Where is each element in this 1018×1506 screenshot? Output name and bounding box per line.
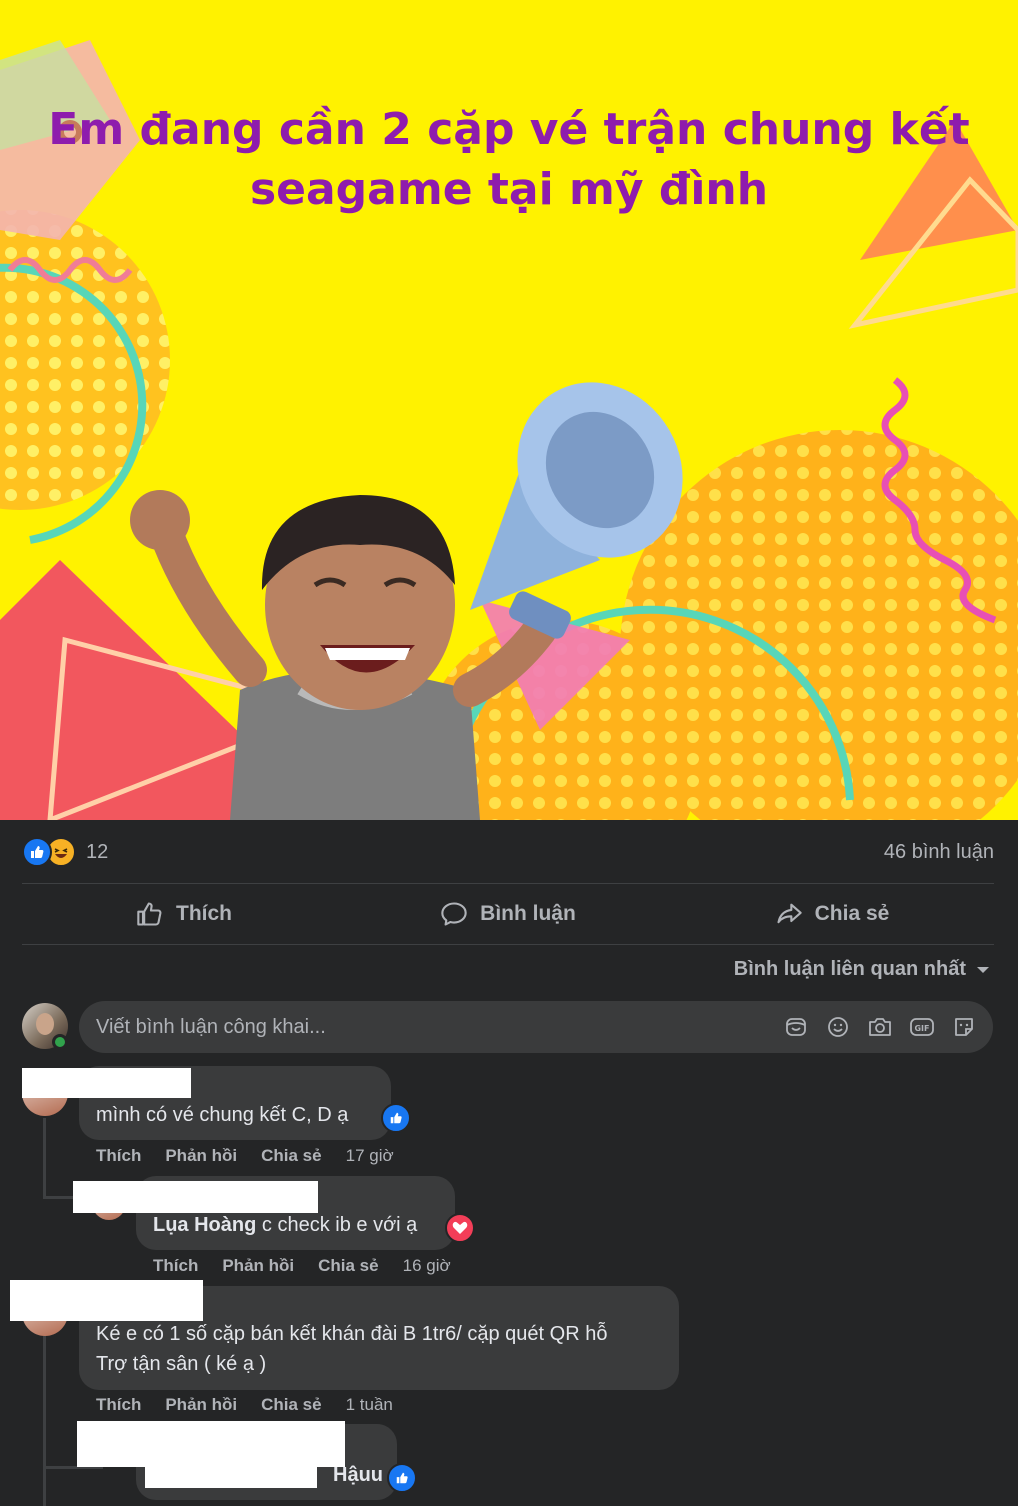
redacted-reply-text (145, 1462, 317, 1488)
post-image-caption: Em đang cần 2 cặp vé trận chung kết seag… (0, 100, 1018, 220)
reply-timestamp[interactable]: 16 giờ (403, 1256, 451, 1276)
chevron-down-icon (977, 966, 989, 973)
reply-share-link[interactable]: Chia sẻ (318, 1256, 378, 1276)
comment-like-reaction-badge[interactable] (381, 1103, 411, 1133)
reply-mention[interactable]: Hậuu (333, 1464, 383, 1486)
comment-meta: Thích Phản hồi Chia sẻ 17 giờ (96, 1146, 394, 1166)
redacted-author-name (22, 1068, 191, 1098)
reply-love-reaction-badge[interactable] (445, 1213, 475, 1243)
share-button-label: Chia sẻ (814, 902, 890, 925)
share-arrow-icon (777, 903, 802, 924)
share-button[interactable]: Chia sẻ (670, 885, 994, 943)
comment-timestamp[interactable]: 1 tuần (346, 1395, 393, 1415)
comment-meta: Thích Phản hồi Chia sẻ 1 tuần (96, 1395, 393, 1415)
comment-timestamp[interactable]: 17 giờ (346, 1146, 394, 1166)
comment-input[interactable]: Viết bình luận công khai... GIF (79, 1001, 993, 1053)
comment-count-link[interactable]: 46 bình luận (884, 841, 994, 864)
comment-like-link[interactable]: Thích (96, 1146, 141, 1166)
thumbs-up-icon (137, 902, 162, 926)
post-action-bar: Thích Bình luận Chia sẻ (22, 885, 994, 943)
comment-share-link[interactable]: Chia sẻ (261, 1146, 321, 1166)
comment-reply-link[interactable]: Phản hồi (165, 1146, 237, 1166)
caption-line-2: seagame tại mỹ đình (249, 164, 769, 215)
reply-text: c check ib e với ạ (256, 1214, 418, 1236)
caption-line-1: Em đang cần 2 cặp vé trận chung kết (48, 104, 970, 155)
reply-like-link[interactable]: Thích (153, 1256, 198, 1276)
reply-mention[interactable]: Lụa Hoàng (153, 1214, 256, 1236)
reaction-count: 12 (86, 840, 109, 863)
composer-icon-row: GIF (783, 1014, 993, 1040)
comment-like-link[interactable]: Thích (96, 1395, 141, 1415)
comment-button[interactable]: Bình luận (346, 885, 670, 943)
svg-text:GIF: GIF (914, 1024, 929, 1033)
reply-reply-link[interactable]: Phản hồi (222, 1256, 294, 1276)
gif-icon[interactable]: GIF (909, 1014, 935, 1040)
post-stats: 12 46 bình luận (22, 830, 994, 874)
sticker-icon[interactable] (783, 1014, 809, 1040)
avatar-sticker-icon[interactable] (951, 1014, 977, 1040)
comment-text-line-1: Ké e có 1 số cặp bán kết khán đài B 1tr6… (96, 1323, 608, 1345)
like-icon (22, 837, 52, 867)
online-status-indicator (52, 1034, 68, 1050)
post-image[interactable]: Em đang cần 2 cặp vé trận chung kết seag… (0, 0, 1018, 820)
comment-input-placeholder: Viết bình luận công khai... (96, 1015, 326, 1038)
reply-meta: Thích Phản hồi Chia sẻ 16 giờ (153, 1256, 451, 1276)
emoji-icon[interactable] (825, 1014, 851, 1040)
comment-sort-dropdown[interactable]: Bình luận liên quan nhất (734, 958, 990, 981)
redacted-author-name (10, 1280, 203, 1321)
divider-top (22, 883, 994, 884)
sort-label: Bình luận liên quan nhất (733, 958, 966, 980)
comment-share-link[interactable]: Chia sẻ (261, 1395, 321, 1415)
comment-button-label: Bình luận (480, 902, 576, 925)
reaction-summary[interactable]: 12 (22, 837, 108, 867)
comment-text: mình có vé chung kết C, D ạ (96, 1104, 349, 1126)
comment-reply-link[interactable]: Phản hồi (165, 1395, 237, 1415)
redacted-author-name (73, 1181, 318, 1213)
like-button-label: Thích (176, 902, 232, 925)
comment-text-line-2: Trợ tận sân ( ké ạ ) (96, 1353, 267, 1375)
like-button[interactable]: Thích (22, 885, 346, 943)
comment-bubble-icon (441, 902, 467, 926)
redacted-author-name (77, 1421, 345, 1467)
thread-line (43, 1118, 46, 1198)
thread-line (43, 1336, 46, 1506)
camera-icon[interactable] (867, 1014, 893, 1040)
divider-bottom (22, 944, 994, 945)
reply-like-reaction-badge[interactable] (387, 1463, 417, 1493)
